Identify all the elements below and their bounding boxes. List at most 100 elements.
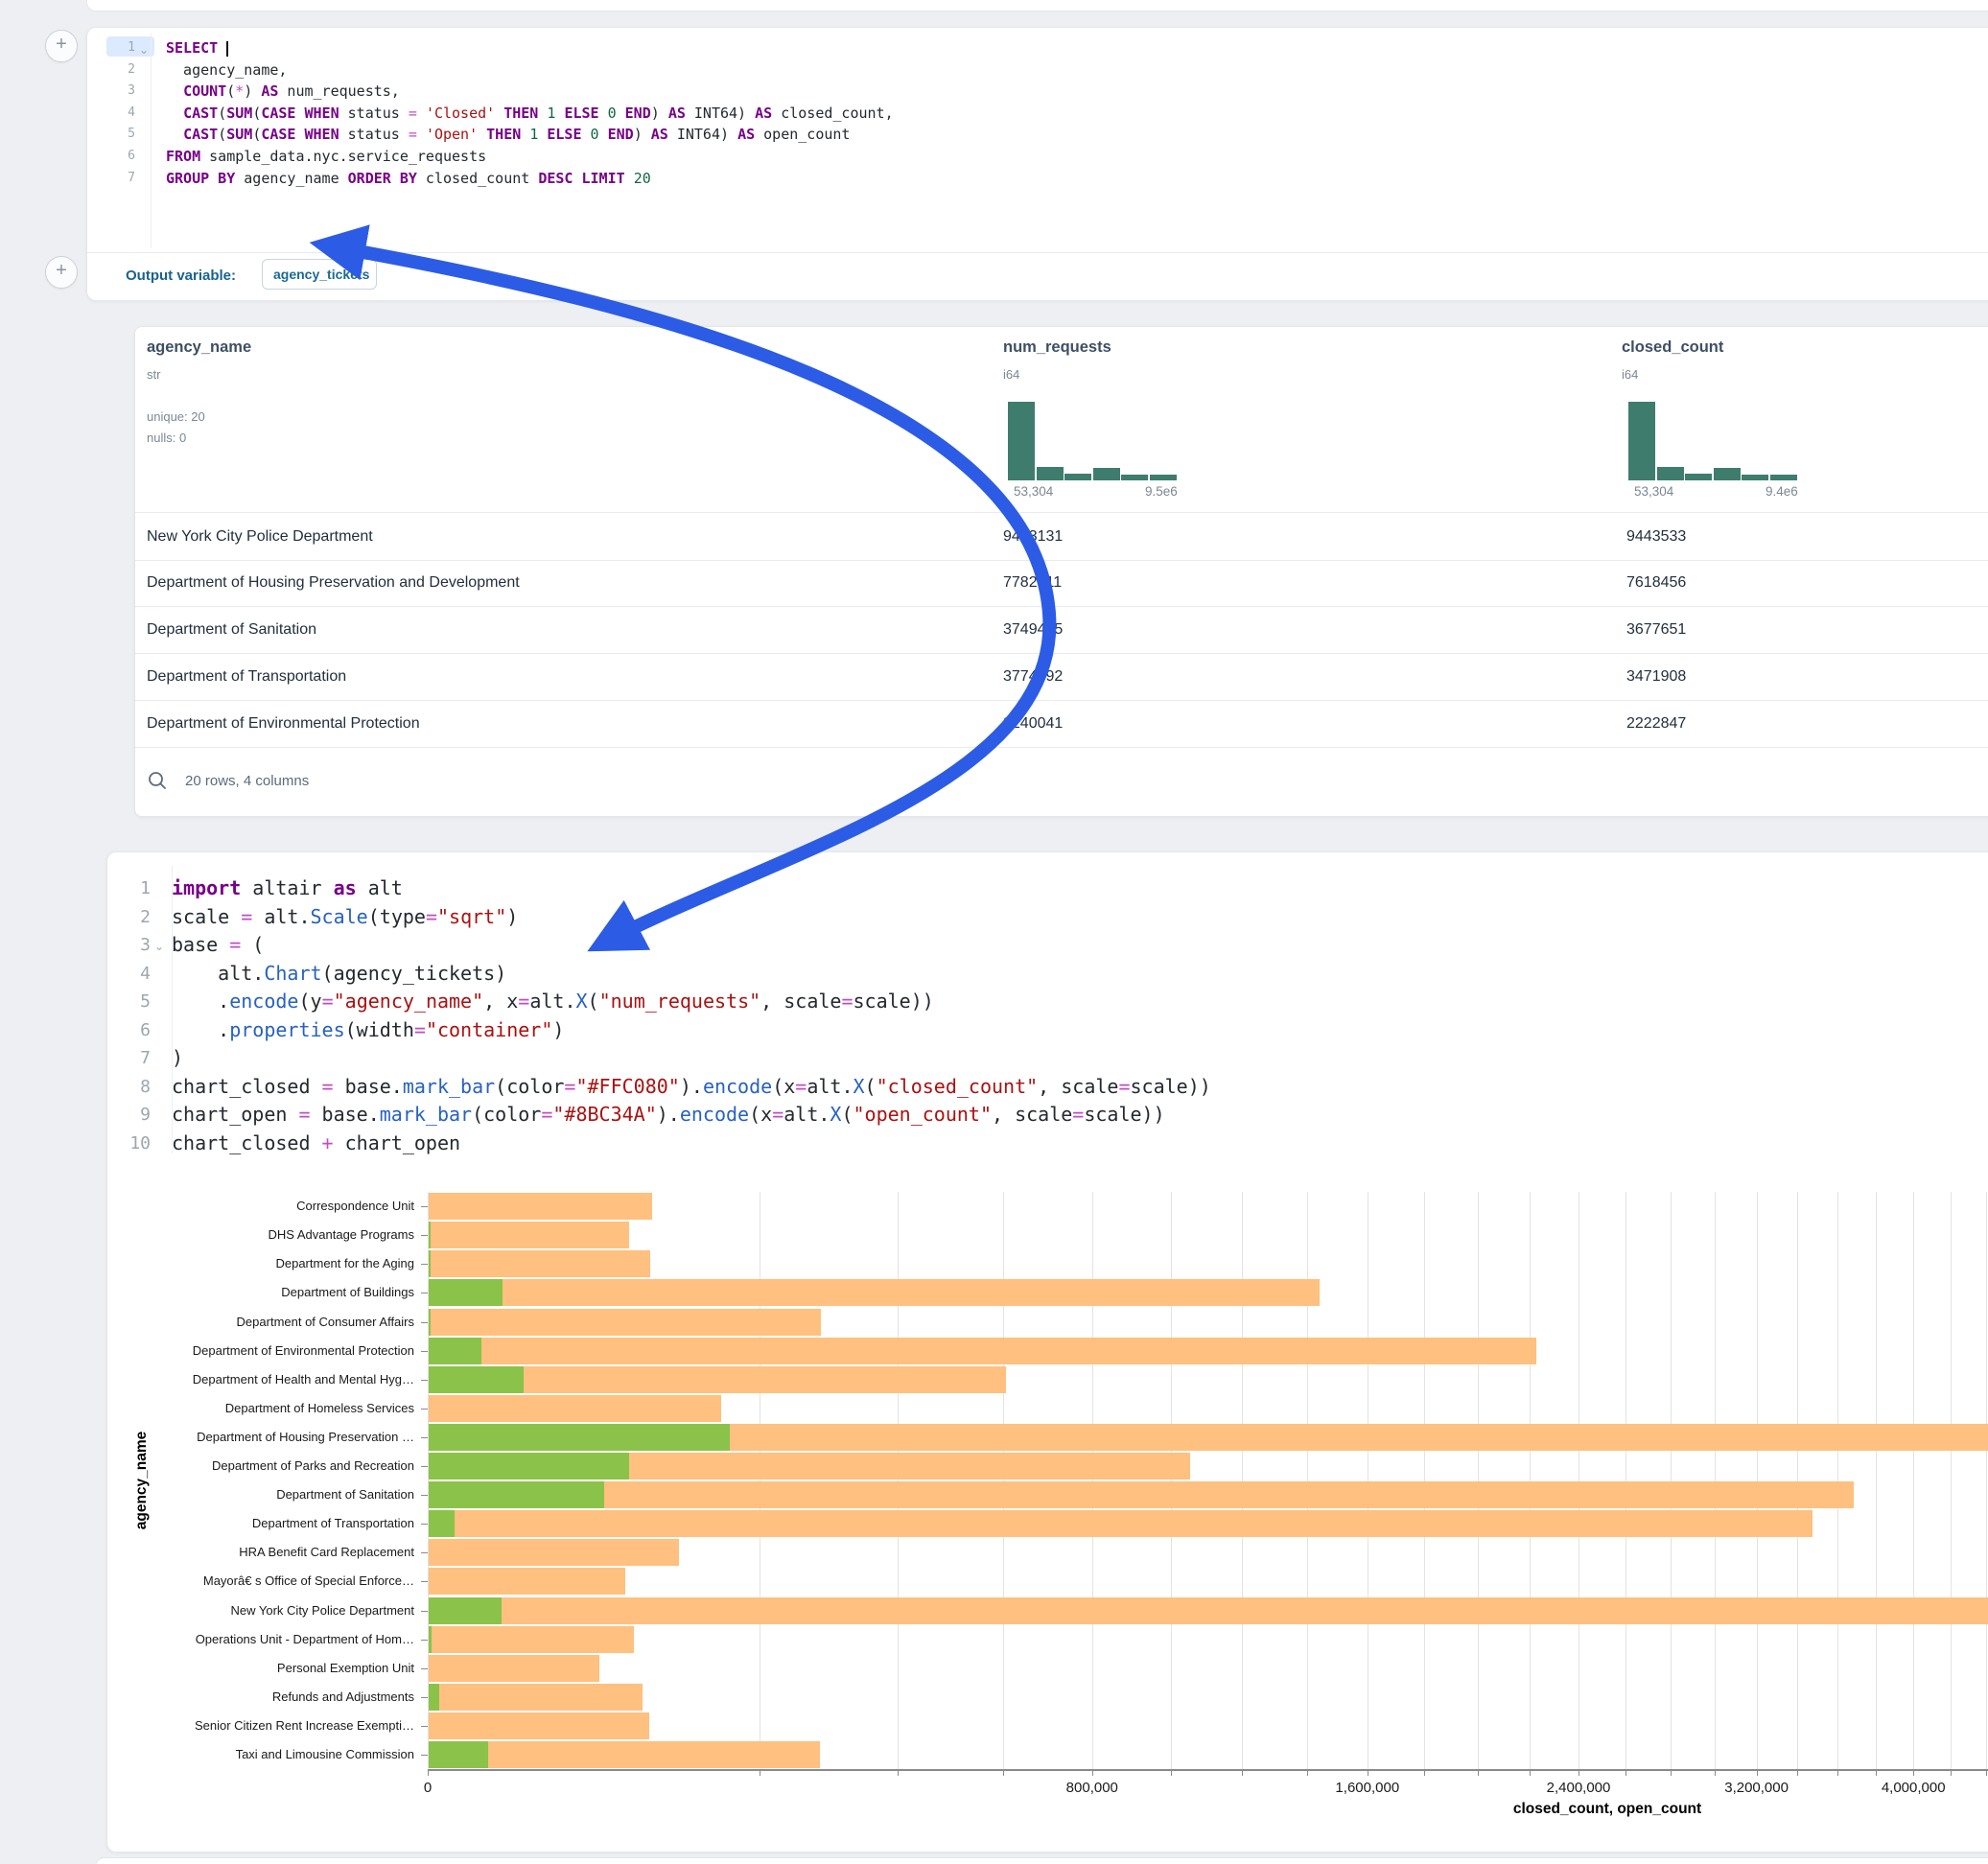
- bar-open-count: [429, 1597, 502, 1624]
- y-axis-label: Mayorâ€ s Office of Special Enforce…: [0, 1573, 414, 1588]
- bar-closed-count: [429, 1309, 821, 1336]
- y-axis-label: New York City Police Department: [0, 1603, 414, 1618]
- bar-open-count: [429, 1510, 455, 1537]
- y-axis-tick: [421, 1726, 428, 1727]
- bar-open-count: [429, 1453, 629, 1480]
- gridline: [1951, 1192, 1952, 1769]
- bar-closed-count: [429, 1510, 1813, 1537]
- y-axis-tick: [421, 1640, 428, 1641]
- y-axis-label: Taxi and Limousine Commission: [0, 1747, 414, 1761]
- bar-open-count: [429, 1222, 431, 1248]
- altair-bar-chart: 0 800,000 1,600,000 2,400,000 3,200,000 4,000…: [0, 0, 1988, 1864]
- gridline: [1478, 1192, 1479, 1769]
- bar-open-count: [429, 1684, 439, 1711]
- next-cell-top-edge: [95, 1857, 1988, 1864]
- y-axis-tick: [421, 1466, 428, 1467]
- y-axis-tick: [421, 1437, 428, 1438]
- x-axis-tick-label: 2,400,000: [1547, 1780, 1611, 1796]
- bar-closed-count: [429, 1338, 1536, 1364]
- y-axis-tick: [421, 1524, 428, 1525]
- bar-closed-count: [429, 1626, 634, 1653]
- bar-open-count: [429, 1309, 431, 1336]
- gridline: [1797, 1192, 1798, 1769]
- gridline: [1876, 1192, 1877, 1769]
- bar-closed-count: [429, 1395, 721, 1422]
- bar-open-count: [429, 1338, 481, 1364]
- y-axis-label: Department of Environmental Protection: [0, 1343, 414, 1358]
- x-axis-tick-label: 0: [424, 1780, 432, 1796]
- y-axis-label: Correspondence Unit: [0, 1199, 414, 1213]
- y-axis-label: Department of Consumer Affairs: [0, 1315, 414, 1329]
- y-axis-label: HRA Benefit Card Replacement: [0, 1545, 414, 1559]
- bar-closed-count: [429, 1597, 1988, 1624]
- gridline: [428, 1192, 429, 1769]
- x-axis-tick-label: 800,000: [1066, 1780, 1118, 1796]
- y-axis-tick: [421, 1206, 428, 1207]
- bar-open-count: [429, 1366, 524, 1393]
- bar-open-count: [429, 1250, 431, 1277]
- gridline: [1625, 1192, 1626, 1769]
- gridline: [1171, 1192, 1172, 1769]
- bar-closed-count: [429, 1684, 643, 1711]
- y-axis-tick: [421, 1235, 428, 1236]
- y-axis-label: Department of Buildings: [0, 1285, 414, 1299]
- gridline: [1715, 1192, 1716, 1769]
- bar-closed-count: [429, 1250, 650, 1277]
- y-axis-label: Refunds and Adjustments: [0, 1689, 414, 1704]
- bar-closed-count: [429, 1279, 1320, 1306]
- bar-closed-count: [429, 1481, 1854, 1508]
- y-axis-label: Department of Housing Preservation …: [0, 1430, 414, 1444]
- y-axis-label: DHS Advantage Programs: [0, 1227, 414, 1242]
- bar-closed-count: [429, 1539, 679, 1566]
- y-axis-tick: [421, 1322, 428, 1323]
- y-axis-title: agency_name: [133, 1432, 151, 1530]
- y-axis-tick: [421, 1581, 428, 1582]
- gridline: [1986, 1192, 1987, 1769]
- y-axis-label: Department of Parks and Recreation: [0, 1458, 414, 1473]
- gridline: [1837, 1192, 1838, 1769]
- x-axis-line: [428, 1769, 1988, 1771]
- y-axis-tick: [421, 1755, 428, 1756]
- notebook-page: + + 1⌄SELECT2 agency_name,3 COUNT(*) AS …: [0, 0, 1988, 1864]
- gridline: [1671, 1192, 1672, 1769]
- bar-closed-count: [429, 1655, 599, 1682]
- bar-open-count: [429, 1481, 604, 1508]
- gridline: [1913, 1192, 1914, 1769]
- gridline: [1530, 1192, 1531, 1769]
- x-axis-tick-label: 4,000,000: [1882, 1780, 1946, 1796]
- y-axis-tick: [421, 1552, 428, 1553]
- y-axis-label: Department for the Aging: [0, 1256, 414, 1270]
- y-axis-label: Department of Homeless Services: [0, 1401, 414, 1415]
- x-axis-tick-label: 3,200,000: [1724, 1780, 1789, 1796]
- y-axis-label: Senior Citizen Rent Increase Exempti…: [0, 1718, 414, 1733]
- bar-open-count: [429, 1626, 432, 1653]
- y-axis-label: Department of Sanitation: [0, 1487, 414, 1502]
- bar-open-count: [429, 1279, 503, 1306]
- y-axis-tick: [421, 1351, 428, 1352]
- x-axis-title: closed_count, open_count: [1513, 1801, 1701, 1818]
- gridline: [1424, 1192, 1425, 1769]
- gridline: [1307, 1192, 1308, 1769]
- y-axis-tick: [421, 1380, 428, 1381]
- y-axis-tick: [421, 1264, 428, 1265]
- bar-closed-count: [429, 1713, 649, 1739]
- y-axis-tick: [421, 1611, 428, 1612]
- y-axis-label: Department of Health and Mental Hyg…: [0, 1372, 414, 1386]
- gridline: [898, 1192, 899, 1769]
- bar-closed-count: [429, 1193, 652, 1220]
- y-axis-label: Personal Exemption Unit: [0, 1661, 414, 1675]
- gridline: [1092, 1192, 1093, 1769]
- y-axis-label: Operations Unit - Department of Hom…: [0, 1632, 414, 1646]
- y-axis-tick: [421, 1495, 428, 1496]
- bar-closed-count: [429, 1568, 625, 1595]
- y-axis-label: Department of Transportation: [0, 1516, 414, 1530]
- bar-open-count: [429, 1424, 730, 1451]
- bar-open-count: [429, 1741, 488, 1768]
- x-axis-tick-label: 1,600,000: [1335, 1780, 1399, 1796]
- y-axis-tick: [421, 1697, 428, 1698]
- y-axis-tick: [421, 1668, 428, 1669]
- bar-closed-count: [429, 1222, 629, 1248]
- gridline: [1757, 1192, 1758, 1769]
- y-axis-tick: [421, 1409, 428, 1410]
- gridline: [1242, 1192, 1243, 1769]
